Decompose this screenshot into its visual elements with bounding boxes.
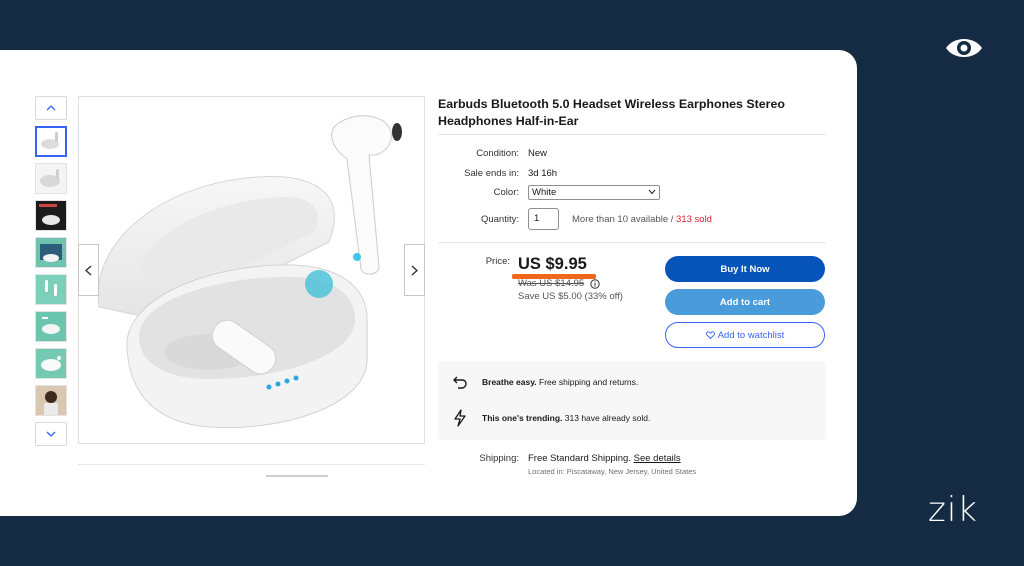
thumbnail-column — [35, 96, 67, 446]
color-select-value: White — [532, 187, 557, 198]
highlight-trending-title: This one's trending. — [482, 413, 563, 423]
chevron-down-icon — [648, 189, 656, 195]
highlight-shipping-title: Breathe easy. — [482, 377, 537, 387]
thumbnail-7[interactable] — [35, 348, 67, 379]
savings-text: Save US $5.00 (33% off) — [518, 291, 623, 302]
quantity-input[interactable]: 1 — [528, 208, 559, 230]
price-label: Price: — [485, 256, 510, 267]
scroll-indicator — [266, 475, 328, 477]
thumbnail-4[interactable] — [35, 237, 67, 268]
heart-icon — [705, 331, 715, 339]
lightning-icon — [454, 409, 466, 427]
return-arrow-icon — [453, 376, 467, 389]
add-to-watchlist-button[interactable]: Add to watchlist — [665, 322, 825, 348]
availability-text: More than 10 available / 313 sold — [572, 214, 712, 225]
earbuds-case-image — [97, 115, 402, 429]
price-value: US $9.95 — [518, 255, 587, 273]
watchlist-label: Add to watchlist — [717, 329, 785, 341]
chevron-right-icon — [411, 264, 418, 276]
image-prev-button[interactable] — [78, 244, 99, 296]
highlight-shipping-text: Free shipping and returns. — [536, 377, 639, 387]
thumbnail-list — [35, 126, 67, 416]
see-details-link[interactable]: See details — [634, 453, 681, 464]
thumbnail-5[interactable] — [35, 274, 67, 305]
thumbnail-2[interactable] — [35, 163, 67, 194]
thumbnail-3[interactable] — [35, 200, 67, 231]
sale-ends-label: Sale ends in: — [464, 168, 519, 179]
divider — [438, 242, 826, 243]
color-select[interactable]: White — [528, 185, 660, 200]
condition-value: New — [528, 148, 548, 159]
eye-icon — [946, 39, 982, 57]
shipping-location: Located in: Piscataway, New Jersey, Unit… — [528, 467, 697, 476]
divider — [438, 134, 826, 135]
highlights-box: Breathe easy. Free shipping and returns.… — [438, 361, 826, 440]
buy-it-now-button[interactable]: Buy It Now — [665, 256, 825, 282]
image-next-button[interactable] — [404, 244, 425, 296]
highlight-trending: This one's trending. 313 have already so… — [482, 413, 650, 423]
condition-label: Condition: — [476, 148, 519, 159]
add-to-cart-button[interactable]: Add to cart — [665, 289, 825, 315]
was-price: Was US $14.95 — [518, 278, 585, 289]
main-product-image[interactable] — [78, 96, 425, 444]
shipping-label: Shipping: — [479, 453, 519, 464]
zik-logo: zik — [928, 490, 978, 530]
quantity-label: Quantity: — [480, 214, 519, 225]
availability-count: More than 10 available / — [572, 214, 674, 225]
sold-count: 313 sold — [676, 214, 712, 225]
highlight-shipping: Breathe easy. Free shipping and returns. — [482, 377, 638, 387]
color-label: Color: — [493, 187, 519, 198]
thumb-scroll-up-button[interactable] — [35, 96, 67, 120]
chevron-left-icon — [85, 264, 92, 276]
chevron-up-icon — [46, 105, 56, 111]
sale-ends-value: 3d 16h — [528, 168, 558, 179]
thumbnail-6[interactable] — [35, 311, 67, 342]
highlight-trending-text: 313 have already sold. — [562, 413, 651, 423]
shipping-value: Free Standard Shipping. See details — [528, 453, 681, 464]
info-icon[interactable] — [590, 279, 600, 289]
thumb-scroll-down-button[interactable] — [35, 422, 67, 446]
shipping-method: Free Standard Shipping. — [528, 453, 631, 464]
product-title: Earbuds Bluetooth 5.0 Headset Wireless E… — [438, 97, 785, 128]
divider — [78, 464, 425, 465]
chevron-down-icon — [46, 431, 56, 437]
thumbnail-8[interactable] — [35, 385, 67, 416]
thumbnail-1[interactable] — [35, 126, 67, 157]
